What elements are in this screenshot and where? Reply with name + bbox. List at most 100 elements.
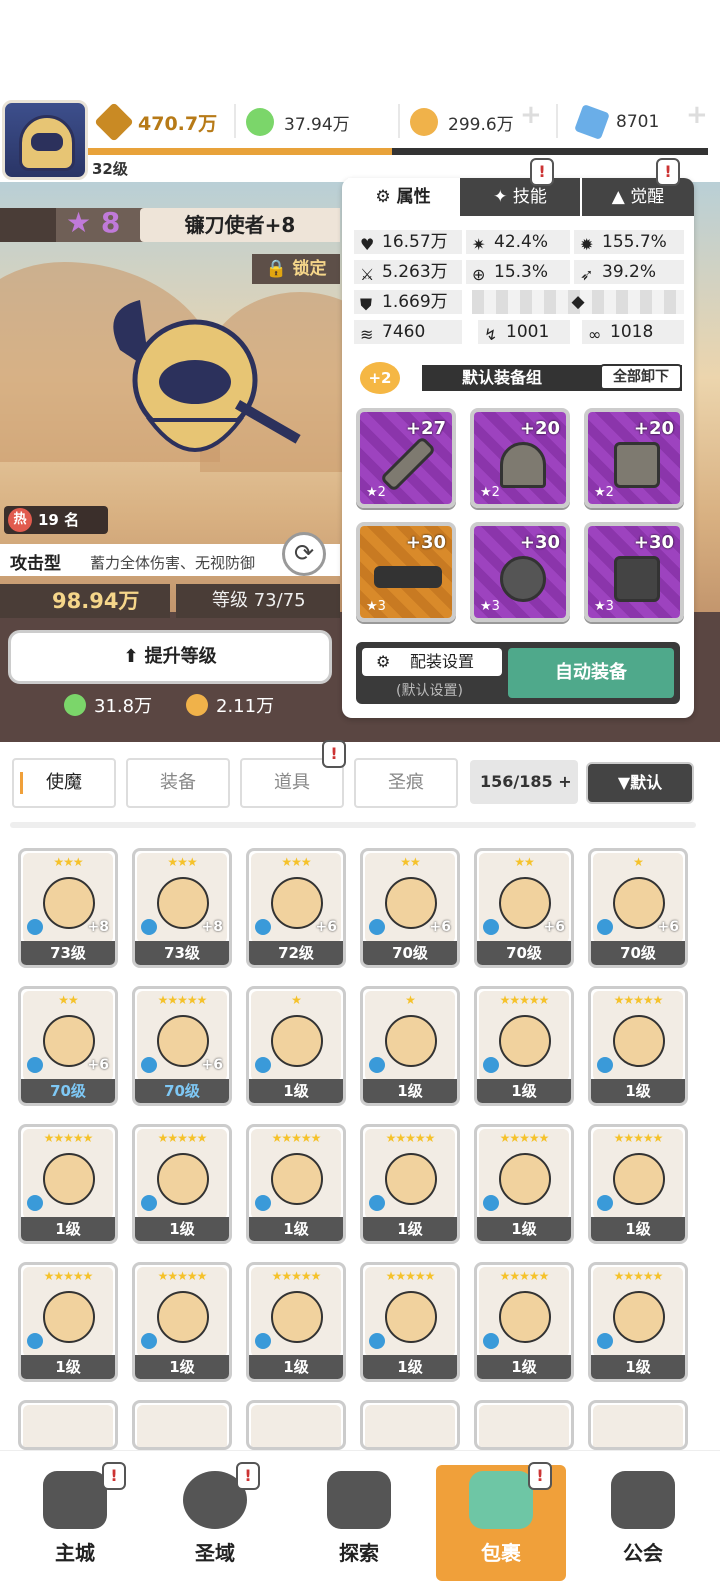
config-button[interactable]: ⚙ 配装设置 [362,648,502,676]
equip-plus: +20 [633,418,674,439]
unload-all-button[interactable]: 全部卸下 [600,364,682,390]
nav-guild[interactable]: 公会 [578,1465,708,1581]
familiar-card[interactable]: ★★★★★ 1级 [474,1124,574,1244]
stat-defense: ⛊ 1.669万 [354,290,462,314]
familiar-card[interactable]: ★ +6 70级 [588,848,688,968]
familiar-stars: ★★★★★ [613,993,664,1007]
familiar-level: 70级 [363,941,457,965]
awaken-icon: ▲ [611,187,631,207]
familiar-card[interactable]: ★★★★★ 1级 [474,986,574,1106]
gold-coin-resource[interactable]: 299.6万 [410,100,514,144]
lock-button[interactable]: 🔒 锁定 [252,254,340,284]
familiar-card[interactable]: ★★★★★ 1级 [18,1124,118,1244]
tab-equipment[interactable]: 装备 [126,758,230,808]
familiar-stars: ★★★★★ [157,1269,208,1283]
element-icon [27,919,43,935]
stat-value: 1.669万 [382,292,448,312]
familiar-stars: ★★ [58,993,79,1007]
resist-icon: ∞ [588,325,602,344]
familiar-card[interactable] [246,1400,346,1450]
tab-label: 觉醒 [630,187,665,207]
tab-attributes[interactable]: ⚙ 属性 [348,178,458,216]
familiar-level: 1级 [363,1355,457,1379]
switch-view-icon[interactable]: ⟳ [282,532,326,576]
familiar-card[interactable]: ★★★★★ 1级 [474,1262,574,1382]
familiar-level: 70级 [477,941,571,965]
add-gold-button[interactable]: + [520,100,550,130]
upgrade-level-button[interactable]: ⬆ 提升等级 [8,630,332,684]
familiar-character-icon [43,1153,95,1205]
gem-resource[interactable]: 8701 [574,100,659,144]
equip-slot-helmet[interactable]: +20 ★2 [470,408,570,508]
heat-rank[interactable]: 热 19 名 [4,506,108,534]
green-orb-resource[interactable]: 37.94万 [246,100,350,144]
familiar-card[interactable]: ★★★★★ +6 70级 [132,986,232,1106]
familiar-card[interactable]: ★★★ +6 72级 [246,848,346,968]
familiar-portrait [137,1405,227,1447]
familiar-card[interactable]: ★★★★★ 1级 [588,1262,688,1382]
familiar-stars: ★★★★★ [499,1131,550,1145]
familiar-card[interactable]: ★★ +6 70级 [18,986,118,1106]
familiar-card[interactable] [18,1400,118,1450]
familiar-card[interactable]: ★★★★★ 1级 [360,1262,460,1382]
add-gem-button[interactable]: + [686,100,716,130]
familiar-card[interactable]: ★★★★★ 1级 [18,1262,118,1382]
tab-stigmata[interactable]: 圣痕 [354,758,458,808]
familiar-card[interactable]: ★★★★★ 1级 [132,1262,232,1382]
familiar-card[interactable]: ★★★★★ 1级 [246,1262,346,1382]
familiar-card[interactable]: ★★★ +8 73级 [18,848,118,968]
equip-slot-necklace[interactable]: +30 ★3 [470,522,570,622]
familiar-card[interactable] [360,1400,460,1450]
familiar-level: 1级 [591,1355,685,1379]
green-orb-icon [64,694,86,716]
stat-dodge: ➶ 39.2% [574,260,684,284]
familiar-portrait [251,1405,341,1447]
familiar-level: 1级 [363,1217,457,1241]
stat-speed: ≋ 7460 [354,320,462,344]
power-value: 470.7万 [138,112,218,135]
familiar-card[interactable]: ★★★★★ 1级 [588,1124,688,1244]
nav-explore[interactable]: 探索 [294,1465,424,1581]
sort-dropdown[interactable]: ▼默认 [586,762,694,804]
tab-familiars[interactable]: 使魔 [12,758,116,808]
nav-sanctum[interactable]: 圣域 [150,1465,280,1581]
familiar-stars: ★★ [400,855,421,869]
familiar-card[interactable]: ★ 1级 [246,986,346,1106]
xp-bar [88,148,708,155]
familiar-card[interactable] [474,1400,574,1450]
familiar-level: 1级 [249,1079,343,1103]
familiar-level: 1级 [477,1355,571,1379]
familiar-character-icon [499,1153,551,1205]
tab-skills[interactable]: ✦ 技能 [460,178,580,216]
familiar-level: 1级 [21,1355,115,1379]
familiar-character-icon [499,1015,551,1067]
familiar-card[interactable]: ★★★★★ 1级 [588,986,688,1106]
familiar-stars: ★★★★★ [157,993,208,1007]
equip-slot-armor[interactable]: +20 ★2 [584,408,684,508]
familiar-card[interactable]: ★★★★★ 1级 [132,1124,232,1244]
element-icon [483,1333,499,1349]
familiar-card[interactable] [588,1400,688,1450]
equip-slot-belt[interactable]: +30 ★3 [356,522,456,622]
familiar-card[interactable]: ★★ +6 70级 [474,848,574,968]
familiar-stars: ★ [405,993,416,1007]
equip-slot-boots[interactable]: +30 ★3 [584,522,684,622]
equip-slot-weapon[interactable]: +27 ★2 [356,408,456,508]
familiar-plus: +6 [87,1057,109,1073]
familiar-character-icon [271,1291,323,1343]
familiar-card[interactable]: ★★★★★ 1级 [246,1124,346,1244]
auto-equip-button[interactable]: 自动装备 [508,648,674,698]
equip-badge[interactable]: +2 [360,362,400,394]
inventory-count[interactable]: 156/185 + [470,760,578,804]
stat-crit: ✷ 42.4% [466,230,570,254]
familiar-card[interactable]: ★★★★★ 1级 [360,1124,460,1244]
player-avatar[interactable] [2,100,88,180]
familiar-stars: ★★★★★ [43,1269,94,1283]
familiar-card[interactable]: ★★★ +8 73级 [132,848,232,968]
stat-info[interactable]: ◆ [472,290,684,314]
familiar-card[interactable]: ★ 1级 [360,986,460,1106]
familiar-card[interactable]: ★★ +6 70级 [360,848,460,968]
guild-icon [611,1471,675,1529]
familiar-card[interactable] [132,1400,232,1450]
familiar-stars: ★★★★★ [499,993,550,1007]
